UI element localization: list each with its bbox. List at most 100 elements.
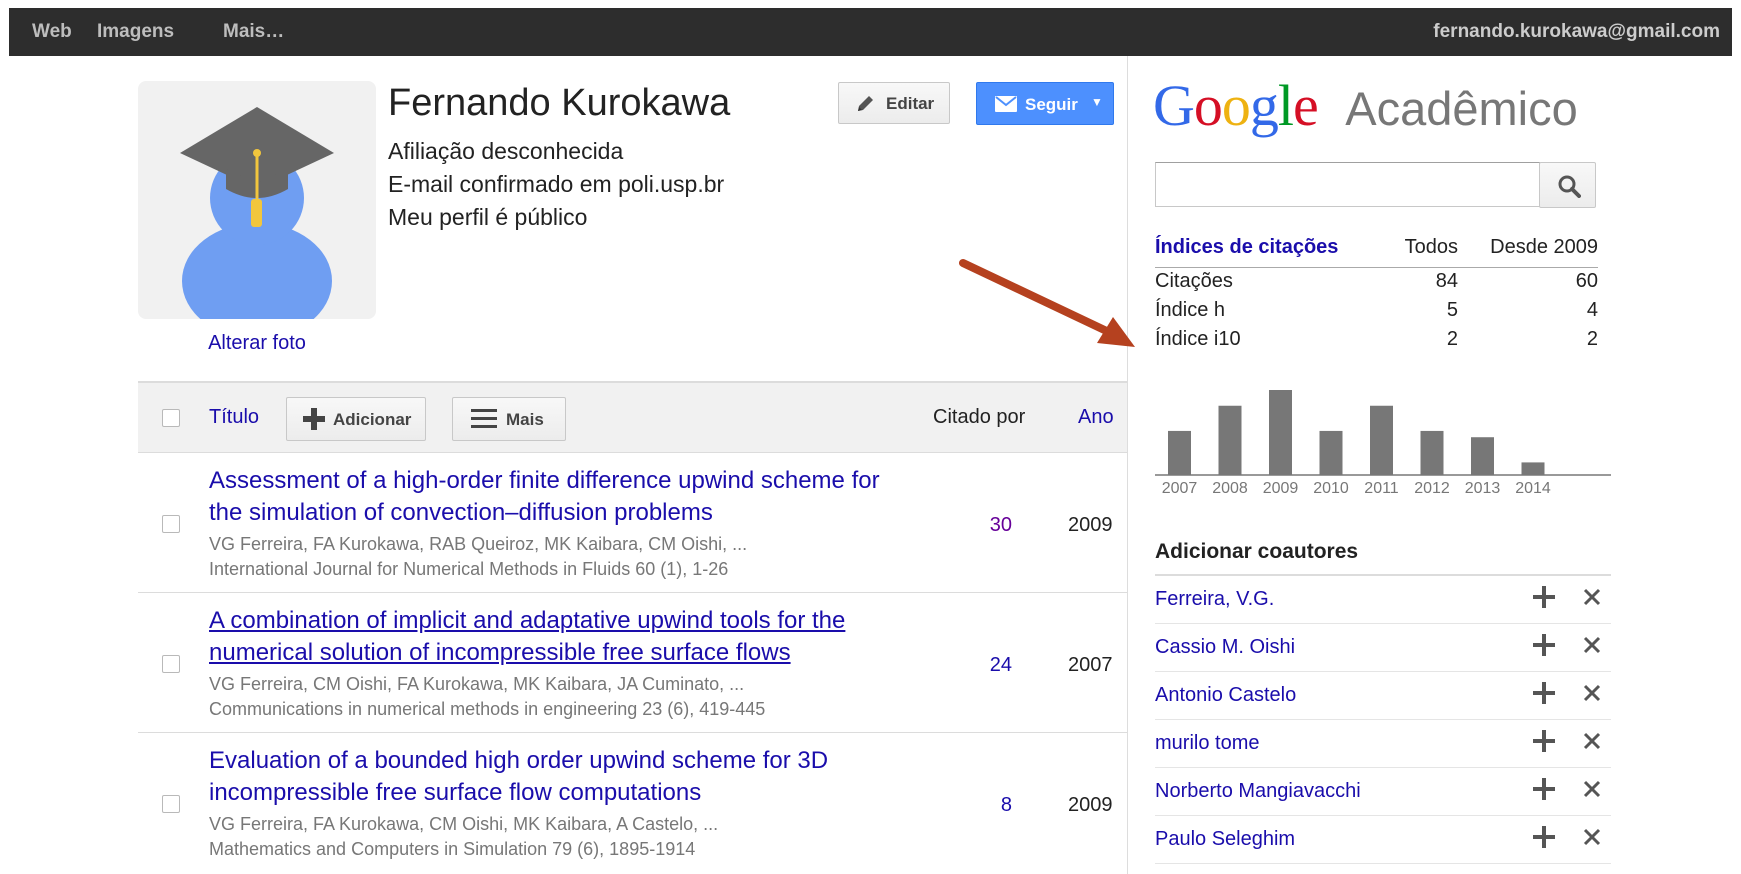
select-all-checkbox[interactable]: [162, 409, 180, 427]
graduate-avatar-icon: [180, 107, 334, 319]
dismiss-coauthor-close-icon[interactable]: [1583, 732, 1601, 755]
annotation-arrow: [955, 255, 1145, 360]
citation-indices-title-link[interactable]: Índices de citações: [1155, 236, 1338, 259]
article-title-link[interactable]: A combination of implicit and adaptative…: [209, 605, 889, 669]
coauthor-row: Antonio Castelo: [1155, 672, 1611, 720]
citation-row: Índice i10 2 2: [1155, 328, 1598, 357]
chart-bar-2011: [1370, 405, 1393, 475]
chart-tick-label-2011: 2011: [1364, 480, 1399, 497]
pencil-icon: [855, 94, 877, 119]
scholar-wordmark: Acadêmico: [1345, 82, 1578, 135]
more-actions-button[interactable]: Mais: [452, 397, 566, 441]
article-title-link[interactable]: Evaluation of a bounded high order upwin…: [209, 745, 889, 809]
metric-all: 2: [1446, 328, 1458, 350]
chart-tick-label-2008: 2008: [1212, 480, 1248, 497]
top-navigation-bar: Web Imagens Mais… fernando.kurokawa@gmai…: [9, 8, 1732, 56]
chart-bar-2010: [1319, 430, 1343, 475]
coauthor-name-link[interactable]: Antonio Castelo: [1155, 684, 1296, 707]
add-coauthor-plus-icon[interactable]: [1533, 682, 1555, 709]
nav-images-link[interactable]: Imagens: [97, 8, 174, 56]
add-article-label: Adicionar: [333, 410, 412, 429]
nav-more-link[interactable]: Mais…: [223, 8, 284, 56]
article-cited-by-link[interactable]: 8: [932, 794, 1012, 817]
add-coauthor-plus-icon[interactable]: [1533, 826, 1555, 853]
nav-web-link[interactable]: Web: [32, 8, 72, 56]
edit-button[interactable]: Editar: [838, 82, 950, 124]
article-title-link[interactable]: Assessment of a high-order finite differ…: [209, 465, 889, 529]
citations-per-year-chart: 2007 2008 2009 2010 2011 2012 2013 2014: [1155, 370, 1611, 500]
chart-tick-label-2014: 2014: [1515, 480, 1551, 497]
menu-icon: [471, 408, 497, 435]
add-coauthor-plus-icon[interactable]: [1533, 778, 1555, 805]
article-venue: International Journal for Numerical Meth…: [209, 559, 729, 579]
coauthors-heading: Adicionar coautores: [1155, 540, 1359, 563]
article-cited-by-link[interactable]: 30: [932, 514, 1012, 537]
dismiss-coauthor-close-icon[interactable]: [1583, 588, 1601, 611]
article-cited-by-link[interactable]: 24: [932, 654, 1012, 677]
coauthor-row: murilo tome: [1155, 720, 1611, 768]
dismiss-coauthor-close-icon[interactable]: [1583, 828, 1601, 851]
add-article-button[interactable]: Adicionar: [286, 397, 426, 441]
coauthor-name-link[interactable]: Norberto Mangiavacchi: [1155, 780, 1361, 803]
metric-all: 84: [1435, 270, 1458, 292]
page: Web Imagens Mais… fernando.kurokawa@gmai…: [0, 0, 1741, 874]
citation-indices-header: Índices de citações Todos Desde 2009: [1155, 236, 1598, 268]
profile-name: Fernando Kurokawa: [388, 82, 731, 124]
coauthor-row: Norberto Mangiavacchi: [1155, 768, 1611, 816]
sort-by-year-header[interactable]: Ano: [1078, 406, 1114, 429]
chart-tick-label-2009: 2009: [1263, 480, 1299, 497]
citations-bar-chart: 2007 2008 2009 2010 2011 2012 2013 2014: [1155, 390, 1611, 497]
coauthor-name-link[interactable]: murilo tome: [1155, 732, 1259, 755]
add-coauthor-plus-icon[interactable]: [1533, 634, 1555, 661]
google-scholar-logo[interactable]: Google Acadêmico: [1153, 72, 1578, 152]
dismiss-coauthor-close-icon[interactable]: [1583, 636, 1601, 659]
profile-visibility: Meu perfil é público: [388, 204, 588, 230]
scholar-search-input[interactable]: [1155, 162, 1540, 207]
column-divider: [1127, 56, 1128, 874]
sort-by-title-header[interactable]: Título: [209, 406, 259, 429]
coauthor-name-link[interactable]: Paulo Seleghim: [1155, 828, 1295, 851]
chart-tick-label-2012: 2012: [1414, 480, 1450, 497]
envelope-icon: [995, 96, 1017, 117]
article-venue: Communications in numerical methods in e…: [209, 699, 766, 719]
chart-bar-2013: [1471, 437, 1494, 475]
article-year: 2009: [1068, 794, 1113, 816]
article-authors: VG Ferreira, FA Kurokawa, RAB Queiroz, M…: [209, 534, 748, 554]
more-actions-label: Mais: [506, 410, 544, 429]
dismiss-coauthor-close-icon[interactable]: [1583, 780, 1601, 803]
metric-label: Citações: [1155, 270, 1233, 292]
article-row: Evaluation of a bounded high order upwin…: [138, 733, 1127, 873]
coauthor-name-link[interactable]: Ferreira, V.G.: [1155, 588, 1274, 611]
google-wordmark: Google: [1153, 73, 1319, 138]
change-photo-link[interactable]: Alterar foto: [138, 332, 376, 355]
follow-button[interactable]: Seguir ▼: [976, 82, 1114, 125]
plus-icon: [303, 408, 325, 435]
chart-bar-2009: [1269, 390, 1292, 475]
profile-affiliation: Afiliação desconhecida: [388, 138, 624, 164]
metric-since: 2: [1586, 328, 1598, 350]
articles-table-header: Título Adicionar Mais Citado por Ano: [138, 381, 1127, 453]
citation-indices-table: Índices de citações Todos Desde 2009 Cit…: [1155, 236, 1598, 357]
coauthor-name-link[interactable]: Cassio M. Oishi: [1155, 636, 1295, 659]
account-email[interactable]: fernando.kurokawa@gmail.com: [1433, 8, 1720, 56]
search-button[interactable]: [1539, 162, 1596, 208]
coauthor-row: Paulo Seleghim: [1155, 816, 1611, 864]
search-icon: [1557, 174, 1581, 203]
article-checkbox[interactable]: [162, 515, 180, 533]
follow-button-label: Seguir: [1025, 95, 1078, 114]
add-coauthor-plus-icon[interactable]: [1533, 730, 1555, 757]
chart-bar-2012: [1420, 430, 1444, 475]
article-year: 2007: [1068, 654, 1113, 676]
dismiss-coauthor-close-icon[interactable]: [1583, 684, 1601, 707]
coauthor-row: Ferreira, V.G.: [1155, 576, 1611, 624]
article-checkbox[interactable]: [162, 655, 180, 673]
citation-row: Índice h 5 4: [1155, 299, 1598, 328]
metric-label: Índice i10: [1155, 328, 1241, 350]
metric-since: 60: [1575, 270, 1598, 292]
chart-tick-label-2010: 2010: [1313, 480, 1349, 497]
chevron-down-icon: ▼: [1091, 95, 1103, 109]
red-arrow-icon: [959, 259, 1135, 347]
article-checkbox[interactable]: [162, 795, 180, 813]
edit-button-label: Editar: [886, 94, 935, 113]
add-coauthor-plus-icon[interactable]: [1533, 586, 1555, 613]
